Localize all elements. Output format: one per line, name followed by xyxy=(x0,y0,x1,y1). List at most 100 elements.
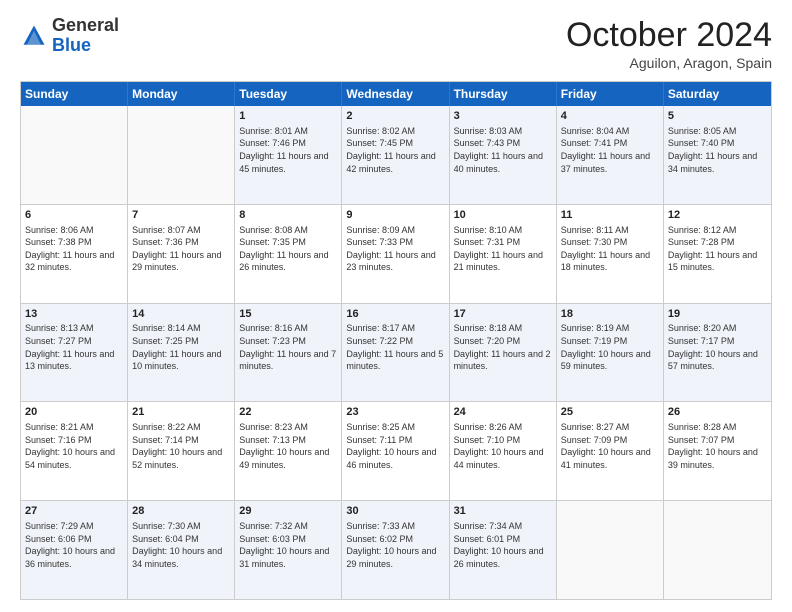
day-number: 9 xyxy=(346,208,444,223)
calendar-cell: 25Sunrise: 8:27 AM Sunset: 7:09 PM Dayli… xyxy=(557,402,664,500)
calendar-cell: 18Sunrise: 8:19 AM Sunset: 7:19 PM Dayli… xyxy=(557,304,664,402)
cell-info: Sunrise: 8:17 AM Sunset: 7:22 PM Dayligh… xyxy=(346,322,444,372)
calendar-header: SundayMondayTuesdayWednesdayThursdayFrid… xyxy=(21,82,771,106)
day-number: 12 xyxy=(668,208,767,223)
calendar-cell: 20Sunrise: 8:21 AM Sunset: 7:16 PM Dayli… xyxy=(21,402,128,500)
day-number: 7 xyxy=(132,208,230,223)
weekday-header: Saturday xyxy=(664,82,771,106)
calendar-cell: 15Sunrise: 8:16 AM Sunset: 7:23 PM Dayli… xyxy=(235,304,342,402)
day-number: 31 xyxy=(454,504,552,519)
logo-text: General Blue xyxy=(52,16,119,56)
calendar-cell xyxy=(128,106,235,204)
weekday-header: Sunday xyxy=(21,82,128,106)
cell-info: Sunrise: 8:13 AM Sunset: 7:27 PM Dayligh… xyxy=(25,322,123,372)
calendar-row: 20Sunrise: 8:21 AM Sunset: 7:16 PM Dayli… xyxy=(21,402,771,501)
calendar-cell: 17Sunrise: 8:18 AM Sunset: 7:20 PM Dayli… xyxy=(450,304,557,402)
calendar-cell: 31Sunrise: 7:34 AM Sunset: 6:01 PM Dayli… xyxy=(450,501,557,599)
cell-info: Sunrise: 8:28 AM Sunset: 7:07 PM Dayligh… xyxy=(668,421,767,471)
calendar-row: 13Sunrise: 8:13 AM Sunset: 7:27 PM Dayli… xyxy=(21,304,771,403)
calendar-cell: 29Sunrise: 7:32 AM Sunset: 6:03 PM Dayli… xyxy=(235,501,342,599)
page-header: General Blue October 2024 Aguilon, Arago… xyxy=(20,16,772,71)
day-number: 22 xyxy=(239,405,337,420)
calendar-cell: 7Sunrise: 8:07 AM Sunset: 7:36 PM Daylig… xyxy=(128,205,235,303)
calendar-cell: 12Sunrise: 8:12 AM Sunset: 7:28 PM Dayli… xyxy=(664,205,771,303)
calendar-cell xyxy=(21,106,128,204)
calendar-cell: 9Sunrise: 8:09 AM Sunset: 7:33 PM Daylig… xyxy=(342,205,449,303)
day-number: 15 xyxy=(239,307,337,322)
day-number: 27 xyxy=(25,504,123,519)
calendar-page: General Blue October 2024 Aguilon, Arago… xyxy=(0,0,792,612)
cell-info: Sunrise: 7:29 AM Sunset: 6:06 PM Dayligh… xyxy=(25,520,123,570)
calendar-cell: 30Sunrise: 7:33 AM Sunset: 6:02 PM Dayli… xyxy=(342,501,449,599)
calendar-row: 6Sunrise: 8:06 AM Sunset: 7:38 PM Daylig… xyxy=(21,205,771,304)
day-number: 17 xyxy=(454,307,552,322)
calendar-cell: 2Sunrise: 8:02 AM Sunset: 7:45 PM Daylig… xyxy=(342,106,449,204)
calendar-cell: 1Sunrise: 8:01 AM Sunset: 7:46 PM Daylig… xyxy=(235,106,342,204)
calendar-cell: 26Sunrise: 8:28 AM Sunset: 7:07 PM Dayli… xyxy=(664,402,771,500)
calendar-cell xyxy=(664,501,771,599)
logo-general: General xyxy=(52,15,119,35)
weekday-header: Tuesday xyxy=(235,82,342,106)
cell-info: Sunrise: 8:19 AM Sunset: 7:19 PM Dayligh… xyxy=(561,322,659,372)
day-number: 3 xyxy=(454,109,552,124)
calendar-cell: 11Sunrise: 8:11 AM Sunset: 7:30 PM Dayli… xyxy=(557,205,664,303)
cell-info: Sunrise: 8:05 AM Sunset: 7:40 PM Dayligh… xyxy=(668,125,767,175)
calendar-cell: 10Sunrise: 8:10 AM Sunset: 7:31 PM Dayli… xyxy=(450,205,557,303)
day-number: 21 xyxy=(132,405,230,420)
cell-info: Sunrise: 8:12 AM Sunset: 7:28 PM Dayligh… xyxy=(668,224,767,274)
cell-info: Sunrise: 7:33 AM Sunset: 6:02 PM Dayligh… xyxy=(346,520,444,570)
day-number: 25 xyxy=(561,405,659,420)
calendar-cell: 19Sunrise: 8:20 AM Sunset: 7:17 PM Dayli… xyxy=(664,304,771,402)
calendar-cell: 14Sunrise: 8:14 AM Sunset: 7:25 PM Dayli… xyxy=(128,304,235,402)
cell-info: Sunrise: 8:21 AM Sunset: 7:16 PM Dayligh… xyxy=(25,421,123,471)
calendar-cell: 3Sunrise: 8:03 AM Sunset: 7:43 PM Daylig… xyxy=(450,106,557,204)
calendar-cell: 13Sunrise: 8:13 AM Sunset: 7:27 PM Dayli… xyxy=(21,304,128,402)
cell-info: Sunrise: 7:34 AM Sunset: 6:01 PM Dayligh… xyxy=(454,520,552,570)
calendar-row: 27Sunrise: 7:29 AM Sunset: 6:06 PM Dayli… xyxy=(21,501,771,599)
location: Aguilon, Aragon, Spain xyxy=(566,55,772,71)
cell-info: Sunrise: 8:04 AM Sunset: 7:41 PM Dayligh… xyxy=(561,125,659,175)
cell-info: Sunrise: 8:10 AM Sunset: 7:31 PM Dayligh… xyxy=(454,224,552,274)
logo-blue: Blue xyxy=(52,35,91,55)
weekday-header: Thursday xyxy=(450,82,557,106)
calendar-cell: 21Sunrise: 8:22 AM Sunset: 7:14 PM Dayli… xyxy=(128,402,235,500)
day-number: 26 xyxy=(668,405,767,420)
day-number: 2 xyxy=(346,109,444,124)
day-number: 11 xyxy=(561,208,659,223)
calendar-cell: 8Sunrise: 8:08 AM Sunset: 7:35 PM Daylig… xyxy=(235,205,342,303)
day-number: 6 xyxy=(25,208,123,223)
cell-info: Sunrise: 8:22 AM Sunset: 7:14 PM Dayligh… xyxy=(132,421,230,471)
month-title: October 2024 xyxy=(566,16,772,55)
cell-info: Sunrise: 8:16 AM Sunset: 7:23 PM Dayligh… xyxy=(239,322,337,372)
cell-info: Sunrise: 8:09 AM Sunset: 7:33 PM Dayligh… xyxy=(346,224,444,274)
calendar-cell: 24Sunrise: 8:26 AM Sunset: 7:10 PM Dayli… xyxy=(450,402,557,500)
cell-info: Sunrise: 8:06 AM Sunset: 7:38 PM Dayligh… xyxy=(25,224,123,274)
cell-info: Sunrise: 8:11 AM Sunset: 7:30 PM Dayligh… xyxy=(561,224,659,274)
calendar-cell: 23Sunrise: 8:25 AM Sunset: 7:11 PM Dayli… xyxy=(342,402,449,500)
day-number: 13 xyxy=(25,307,123,322)
cell-info: Sunrise: 8:18 AM Sunset: 7:20 PM Dayligh… xyxy=(454,322,552,372)
calendar: SundayMondayTuesdayWednesdayThursdayFrid… xyxy=(20,81,772,600)
day-number: 30 xyxy=(346,504,444,519)
cell-info: Sunrise: 8:07 AM Sunset: 7:36 PM Dayligh… xyxy=(132,224,230,274)
day-number: 10 xyxy=(454,208,552,223)
calendar-cell: 28Sunrise: 7:30 AM Sunset: 6:04 PM Dayli… xyxy=(128,501,235,599)
day-number: 18 xyxy=(561,307,659,322)
weekday-header: Monday xyxy=(128,82,235,106)
day-number: 14 xyxy=(132,307,230,322)
cell-info: Sunrise: 8:08 AM Sunset: 7:35 PM Dayligh… xyxy=(239,224,337,274)
calendar-cell xyxy=(557,501,664,599)
day-number: 8 xyxy=(239,208,337,223)
cell-info: Sunrise: 8:27 AM Sunset: 7:09 PM Dayligh… xyxy=(561,421,659,471)
day-number: 23 xyxy=(346,405,444,420)
weekday-header: Wednesday xyxy=(342,82,449,106)
cell-info: Sunrise: 8:01 AM Sunset: 7:46 PM Dayligh… xyxy=(239,125,337,175)
calendar-body: 1Sunrise: 8:01 AM Sunset: 7:46 PM Daylig… xyxy=(21,106,771,599)
day-number: 1 xyxy=(239,109,337,124)
day-number: 16 xyxy=(346,307,444,322)
cell-info: Sunrise: 8:20 AM Sunset: 7:17 PM Dayligh… xyxy=(668,322,767,372)
calendar-row: 1Sunrise: 8:01 AM Sunset: 7:46 PM Daylig… xyxy=(21,106,771,205)
weekday-header: Friday xyxy=(557,82,664,106)
day-number: 24 xyxy=(454,405,552,420)
calendar-cell: 6Sunrise: 8:06 AM Sunset: 7:38 PM Daylig… xyxy=(21,205,128,303)
